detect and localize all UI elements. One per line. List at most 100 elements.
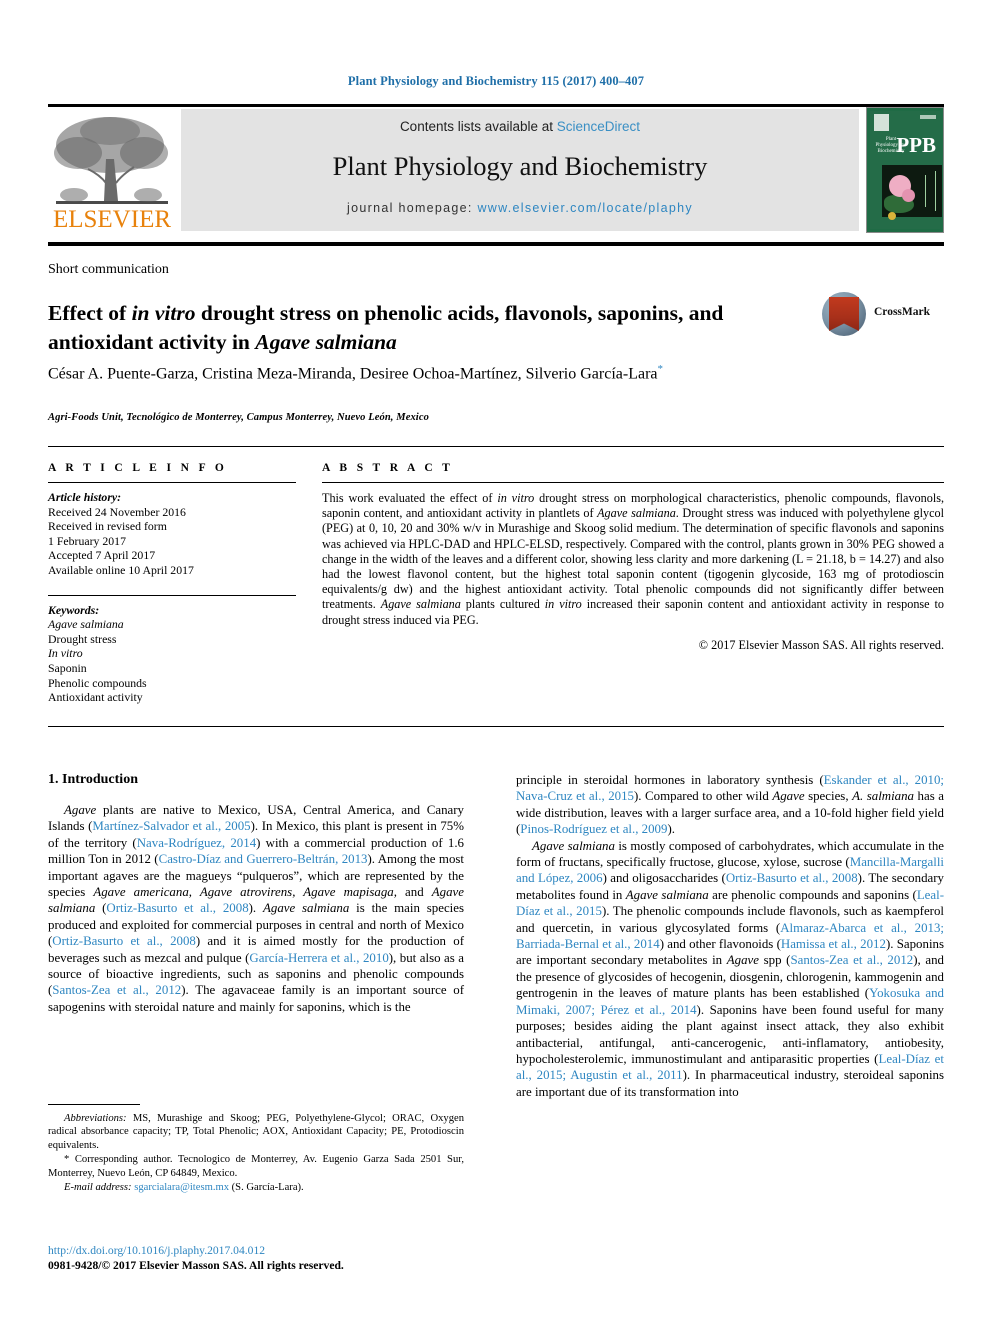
citation-link[interactable]: Ortiz-Basurto et al., 2008 [106,901,248,915]
citation-link[interactable]: Martínez-Salvador et al., 2005 [92,819,250,833]
svg-text:ELSEVIER: ELSEVIER [53,206,171,233]
affiliation: Agri-Foods Unit, Tecnológico de Monterre… [48,412,429,423]
keyword-item: Antioxidant activity [48,690,143,705]
intro-r2-seg-8: spp ( [758,953,791,968]
title-part-1: Effect of [48,301,132,326]
intro-r2-seg-2: ) and oligosaccharides ( [602,871,726,886]
citation-link[interactable]: Ortiz-Basurto et al., 2008 [52,934,196,948]
email-label: E-mail address: [64,1182,132,1194]
page-title: Effect of in vitro drought stress on phe… [48,299,818,357]
history-item: Accepted 7 April 2017 [48,548,156,563]
citation-link[interactable]: Ortiz-Basurto et al., 2008 [726,871,858,885]
issn-copyright: 0981-9428/© 2017 Elsevier Masson SAS. Al… [48,1259,344,1272]
intro-l-italic-1: Agave americana, Agave atrovirens, Agave… [93,885,397,900]
intro-r2-italic-3: Agave [726,953,759,968]
homepage-label: journal homepage: [347,201,478,215]
abstract-seg-1: This work evaluated the effect of [322,491,498,505]
intro-paragraph-right-1: principle in steroidal hormones in labor… [516,772,944,838]
citation-link[interactable]: Nava-Rodríguez, 2014 [137,836,256,850]
citation-link[interactable]: Hamissa et al., 2012 [781,937,886,951]
footnote-rule [48,1104,140,1105]
elsevier-logo: ELSEVIER [48,109,176,233]
article-history: Article history: Received 24 November 20… [48,490,296,578]
intro-r-italic-1: Agave [772,789,805,804]
abstract-seg-4: plants cultured [460,597,545,612]
intro-r-seg-3: species, [804,789,853,804]
author-list: César A. Puente-Garza, Cristina Meza-Mir… [48,358,748,385]
history-item: Available online 10 April 2017 [48,562,194,577]
cover-chem-line-2 [925,175,926,207]
article-info-rule [48,482,296,483]
article-info-heading: A R T I C L E I N F O [48,462,228,474]
contents-prefix: Contents lists available at [399,119,557,134]
intro-r2-seg-6: ) and other flavonoids ( [659,937,781,952]
intro-r-seg-2: ). Compared to other wild [634,789,773,804]
intro-r-italic-2: A. salmiana [852,789,914,804]
contents-line: Contents lists available at ScienceDirec… [181,119,859,134]
sciencedirect-link[interactable]: ScienceDirect [557,119,640,134]
footnote-block: Abbreviations: MS, Murashige and Skoog; … [48,1112,464,1195]
intro-l-seg-7: ). [248,901,263,916]
masthead-bottom-rule [48,242,944,246]
article-info-column: A R T I C L E I N F O Article history: R… [48,462,296,705]
history-item: Received 24 November 2016 [48,504,186,519]
keyword-item: In vitro [48,646,83,661]
abstract-italic-2: Agave salmiana [597,506,676,521]
body-column-right: principle in steroidal hormones in labor… [516,772,944,1100]
corresponding-author-marker: * [657,363,664,375]
title-italic-1: in vitro [131,301,196,326]
keyword-item: Saponin [48,660,87,675]
footer-block: http://dx.doi.org/10.1016/j.plaphy.2017.… [48,1243,478,1273]
abstract-italic-4: in vitro [544,597,582,612]
cover-abbrev: PPB [896,133,936,157]
title-italic-2: Agave salmiana [255,330,397,355]
body-column-left: 1. Introduction Agave plants are native … [48,772,464,1015]
corresponding-author-footnote: * Corresponding author. Tecnologico de M… [48,1154,464,1179]
keyword-item: Agave salmiana [48,617,124,632]
crossmark-badge[interactable]: CrossMark [822,292,944,338]
journal-title: Plant Physiology and Biochemistry [332,151,708,181]
info-band-bottom-rule [48,726,944,727]
abstract-rule [322,482,944,483]
homepage-url-link[interactable]: www.elsevier.com/locate/plaphy [477,201,692,215]
info-band-top-rule [48,446,944,447]
history-item: 1 February 2017 [48,533,126,548]
citation-link[interactable]: García-Herrera et al., 2010 [249,951,388,965]
intro-r-seg-5: ). [667,822,675,837]
article-type: Short communication [48,262,169,277]
running-head: Plant Physiology and Biochemistry 115 (2… [347,74,645,88]
intro-l-seg-6: ( [95,901,107,916]
intro-paragraph-left: Agave plants are native to Mexico, USA, … [48,802,464,1015]
cover-flower-small-icon [902,189,915,202]
intro-r-seg-1: principle in steroidal hormones in labor… [516,773,824,787]
history-item: Received in revised form [48,519,167,534]
crossmark-bookmark-icon [829,297,859,331]
cover-chem-line [935,171,936,211]
intro-l-italic-0: Agave [64,803,97,817]
citation-link[interactable]: Santos-Zea et al., 2012 [52,983,181,997]
email-link[interactable]: sgarcialara@itesm.mx [134,1182,229,1193]
intro-r2-italic-1: Agave salmiana [532,838,615,853]
intro-paragraph-right-2: Agave salmiana is mostly composed of car… [516,838,944,1101]
email-footnote: E-mail address: sgarcialara@itesm.mx (S.… [48,1181,464,1194]
citation-link[interactable]: Pinos-Rodríguez et al., 2009 [520,822,667,836]
abbreviations-label: Abbreviations: [64,1113,127,1124]
cover-publisher-mark [874,114,889,131]
citation-link[interactable]: Castro-Díaz and Guerrero-Beltrán, 2013 [159,852,368,866]
intro-r2-italic-2: Agave salmiana [625,887,709,902]
authors-text: César A. Puente-Garza, Cristina Meza-Mir… [48,365,658,383]
abbreviations-footnote: Abbreviations: MS, Murashige and Skoog; … [48,1112,464,1152]
abstract-seg-3: . Drought stress was induced with polyet… [322,506,944,612]
intro-l-italic-3: Agave salmiana [263,901,350,916]
cover-badge [875,209,901,225]
paper-page: Plant Physiology and Biochemistry 115 (2… [0,0,992,1323]
masthead-panel: Contents lists available at ScienceDirec… [181,109,859,231]
intro-r2-seg-4: are phenolic compounds and saponins ( [708,887,917,902]
abstract-rights: © 2017 Elsevier Masson SAS. All rights r… [698,637,944,652]
section-heading-introduction: 1. Introduction [48,772,138,787]
journal-cover-thumbnail: Plant Physiology and Biochemistry PPB [866,107,944,233]
email-suffix: (S. García-Lara). [229,1182,304,1194]
doi-link[interactable]: http://dx.doi.org/10.1016/j.plaphy.2017.… [48,1243,478,1258]
cover-background: Plant Physiology and Biochemistry PPB [870,111,942,229]
citation-link[interactable]: Santos-Zea et al., 2012 [790,953,913,967]
